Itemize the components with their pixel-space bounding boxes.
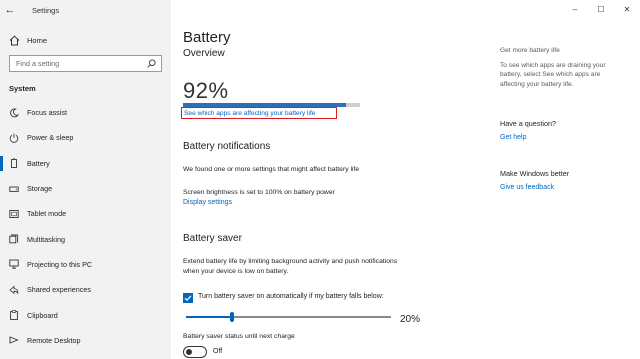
sidebar-item-power-sleep[interactable]: Power & sleep xyxy=(0,125,171,150)
search-icon[interactable] xyxy=(147,55,156,73)
minimize-icon: – xyxy=(572,4,578,14)
notifications-heading: Battery notifications xyxy=(183,141,271,152)
sidebar-item-clipboard[interactable]: Clipboard xyxy=(0,302,171,327)
close-button[interactable]: ✕ xyxy=(614,0,640,18)
question-heading: Have a question? xyxy=(500,119,556,128)
more-battery-life-panel: Get more battery life To see which apps … xyxy=(500,46,640,89)
main-panel: – ☐ ✕ Battery Overview 92% See which app… xyxy=(171,0,640,359)
home-icon xyxy=(8,34,20,46)
sidebar-item-label: Clipboard xyxy=(27,310,58,320)
display-settings-link[interactable]: Display settings xyxy=(183,198,232,208)
multitasking-icon xyxy=(8,233,20,245)
minimize-button[interactable]: – xyxy=(562,0,588,18)
more-battery-text-line3: affecting your battery life. xyxy=(500,80,574,88)
projector-icon xyxy=(8,258,20,270)
toggle-knob xyxy=(186,348,192,355)
moon-icon xyxy=(8,107,20,119)
section-label-system: System xyxy=(9,84,36,93)
title-bar: ← Settings xyxy=(0,0,171,20)
back-arrow-icon: ← xyxy=(4,4,16,16)
sidebar-item-home[interactable]: Home xyxy=(0,32,171,48)
slider-value: 20% xyxy=(400,314,421,325)
sidebar-item-label: Storage xyxy=(27,184,53,194)
sidebar-item-label: Remote Desktop xyxy=(27,335,81,345)
get-help-link[interactable]: Get help xyxy=(500,134,640,141)
search-box[interactable] xyxy=(9,55,162,72)
sidebar-item-tablet-mode[interactable]: Tablet mode xyxy=(0,201,171,226)
sidebar-item-battery[interactable]: Battery xyxy=(0,151,171,176)
sidebar-item-label: Projecting to this PC xyxy=(27,259,93,269)
saver-description-line2: when your device is low on battery. xyxy=(183,268,289,275)
auto-saver-checkbox[interactable] xyxy=(183,293,193,303)
page-title: Battery xyxy=(183,29,231,46)
more-battery-text-line2: battery, select See which apps are xyxy=(500,71,601,78)
slider-thumb[interactable] xyxy=(230,312,234,322)
back-button[interactable]: ← xyxy=(0,0,20,20)
sidebar-item-label: Tablet mode xyxy=(27,209,67,219)
feedback-heading: Make Windows better xyxy=(500,169,570,178)
more-battery-heading: Get more battery life xyxy=(500,47,560,54)
tablet-icon xyxy=(8,208,20,220)
maximize-icon: ☐ xyxy=(597,4,605,14)
more-battery-text-line1: To see which apps are draining your xyxy=(500,61,606,69)
sidebar-item-label: Power & sleep xyxy=(27,133,74,143)
sidebar-item-focus-assist[interactable]: Focus assist xyxy=(0,100,171,125)
see-apps-link[interactable]: See which apps are affecting your batter… xyxy=(184,110,315,117)
checkmark-icon xyxy=(184,295,192,302)
saver-status-label: Battery saver status until next charge xyxy=(183,333,295,340)
saver-description-line1: Extend battery life by limiting backgrou… xyxy=(183,258,398,265)
window-controls: – ☐ ✕ xyxy=(562,0,640,18)
sidebar-nav-list: Focus assist Power & sleep Battery Stora… xyxy=(0,100,171,353)
search-input[interactable] xyxy=(16,59,136,68)
battery-percent: 92% xyxy=(183,78,229,103)
sidebar-item-remote-desktop[interactable]: Remote Desktop xyxy=(0,328,171,353)
remote-desktop-icon xyxy=(8,334,20,346)
sidebar-item-label: Battery xyxy=(27,158,50,168)
overview-heading: Overview xyxy=(183,48,225,59)
brightness-text: Screen brightness is set to 100% on batt… xyxy=(183,189,335,196)
sidebar-item-projecting[interactable]: Projecting to this PC xyxy=(0,252,171,277)
power-icon xyxy=(8,132,20,144)
battery-saver-heading: Battery saver xyxy=(183,233,242,244)
sidebar-item-label: Focus assist xyxy=(27,108,67,118)
give-feedback-link[interactable]: Give us feedback xyxy=(500,184,640,191)
sidebar-item-storage[interactable]: Storage xyxy=(0,176,171,201)
slider-fill xyxy=(186,316,231,318)
auto-saver-label: Turn battery saver on automatically if m… xyxy=(198,293,384,300)
sidebar-item-shared-experiences[interactable]: Shared experiences xyxy=(0,277,171,302)
sidebar-item-label: Shared experiences xyxy=(27,285,91,295)
home-label: Home xyxy=(27,35,48,45)
sidebar-item-multitasking[interactable]: Multitasking xyxy=(0,226,171,251)
close-icon: ✕ xyxy=(623,4,631,14)
shared-icon xyxy=(8,284,20,296)
app-title: Settings xyxy=(32,5,60,15)
clipboard-icon xyxy=(8,309,20,321)
storage-icon xyxy=(8,183,20,195)
saver-threshold-slider[interactable] xyxy=(186,312,391,322)
battery-icon xyxy=(8,157,20,169)
notifications-found-text: We found one or more settings that might… xyxy=(183,166,360,173)
maximize-button[interactable]: ☐ xyxy=(588,0,614,18)
feedback-panel: Make Windows better Give us feedback xyxy=(500,169,640,191)
sidebar: ← Settings Home System Focus assist Powe… xyxy=(0,0,171,359)
sidebar-item-label: Multitasking xyxy=(27,234,65,244)
highlight-box: See which apps are affecting your batter… xyxy=(181,107,337,119)
question-panel: Have a question? Get help xyxy=(500,119,640,141)
saver-status-toggle[interactable] xyxy=(183,346,207,358)
toggle-state-label: Off xyxy=(213,348,223,355)
